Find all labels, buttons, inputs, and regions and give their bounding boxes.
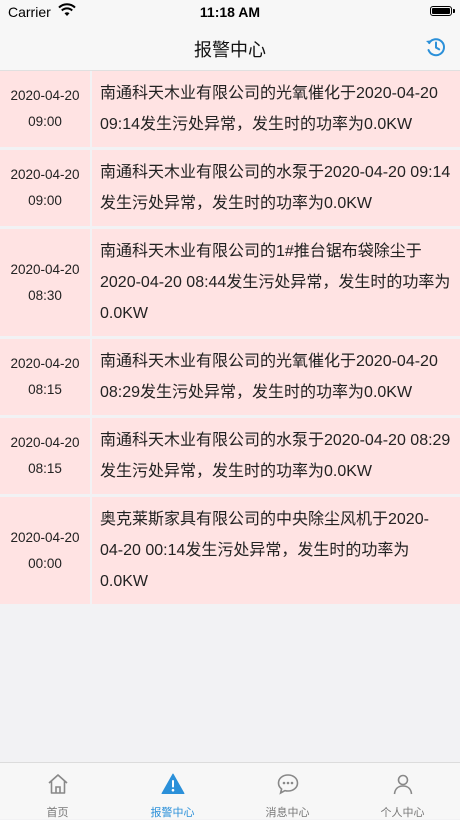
- alarm-message: 南通科天木业有限公司的1#推台锯布袋除尘于2020-04-20 08:44发生污…: [100, 243, 451, 322]
- alarm-time: 08:30: [28, 287, 62, 303]
- tab-chat[interactable]: 消息中心: [230, 763, 345, 819]
- alarm-date: 2020-04-20: [10, 167, 80, 182]
- person-icon: [391, 772, 415, 801]
- alarm-time-cell: 2020-04-20 09:00: [0, 71, 92, 147]
- alarm-date: 2020-04-20: [10, 356, 80, 371]
- alarm-row[interactable]: 2020-04-20 09:00 南通科天木业有限公司的光氧催化于2020-04-2…: [0, 71, 460, 150]
- alarm-row[interactable]: 2020-04-20 09:00 南通科天木业有限公司的水泵于2020-04-20 …: [0, 150, 460, 229]
- chat-icon: [276, 772, 300, 801]
- tab-person[interactable]: 个人中心: [345, 763, 460, 819]
- tab-alert[interactable]: 报警中心: [115, 763, 230, 819]
- history-icon[interactable]: [424, 35, 448, 59]
- status-time: 11:18 AM: [199, 4, 261, 20]
- nav-bar: 报警中心: [0, 24, 460, 71]
- alarm-time: 09:00: [28, 193, 62, 208]
- alarm-list: 2020-04-20 09:00 南通科天木业有限公司的光氧催化于2020-04-2…: [0, 71, 460, 607]
- battery-icon: [430, 6, 452, 16]
- alarm-row[interactable]: 2020-04-20 08:15 南通科天木业有限公司的光氧催化于2020-04-2…: [0, 339, 460, 418]
- tab-home[interactable]: 首页: [0, 763, 115, 819]
- alarm-message: 南通科天木业有限公司的光氧催化于2020-04-20 08:29发生污处异常，发…: [100, 353, 438, 401]
- alarm-time: 00:00: [28, 555, 62, 571]
- alarm-time-cell: 2020-04-20 08:30: [0, 229, 92, 336]
- alarm-row[interactable]: 2020-04-20 00:00 奥克莱斯家具有限公司的中央除尘风机于2020-04…: [0, 497, 460, 607]
- status-bar: Carrier 11:18 AM: [0, 0, 460, 24]
- alarm-message: 奥克莱斯家具有限公司的中央除尘风机于2020-04-20 00:14发生污处异常…: [100, 511, 429, 590]
- alarm-date: 2020-04-20: [10, 529, 80, 545]
- alarm-date: 2020-04-20: [10, 88, 80, 103]
- page-title: 报警中心: [194, 40, 266, 60]
- alarm-time-cell: 2020-04-20 09:00: [0, 150, 92, 226]
- alarm-time-cell: 2020-04-20 00:00: [0, 497, 92, 604]
- battery-tip: [453, 9, 455, 13]
- alarm-time-cell: 2020-04-20 08:15: [0, 339, 92, 415]
- alarm-time-cell: 2020-04-20 08:15: [0, 418, 92, 494]
- alarm-time: 08:15: [28, 461, 62, 476]
- alert-icon: [161, 772, 185, 801]
- alarm-time: 09:00: [28, 114, 62, 129]
- alarm-message: 南通科天木业有限公司的光氧催化于2020-04-20 09:14发生污处异常，发…: [100, 85, 438, 133]
- home-icon: [46, 772, 70, 801]
- alarm-date: 2020-04-20: [10, 435, 80, 450]
- alarm-row[interactable]: 2020-04-20 08:15 南通科天木业有限公司的水泵于2020-04-20 …: [0, 418, 460, 497]
- alarm-message: 南通科天木业有限公司的水泵于2020-04-20 09:14发生污处异常，发生时…: [100, 164, 451, 212]
- alarm-message: 南通科天木业有限公司的水泵于2020-04-20 08:29发生污处异常，发生时…: [100, 432, 451, 480]
- tab-bar: 首页 报警中心 消息中心 个人中心: [0, 762, 460, 819]
- alarm-date: 2020-04-20: [10, 261, 80, 277]
- alarm-time: 08:15: [28, 382, 62, 397]
- alarm-row[interactable]: 2020-04-20 08:30 南通科天木业有限公司的1#推台锯布袋除尘于2020…: [0, 229, 460, 339]
